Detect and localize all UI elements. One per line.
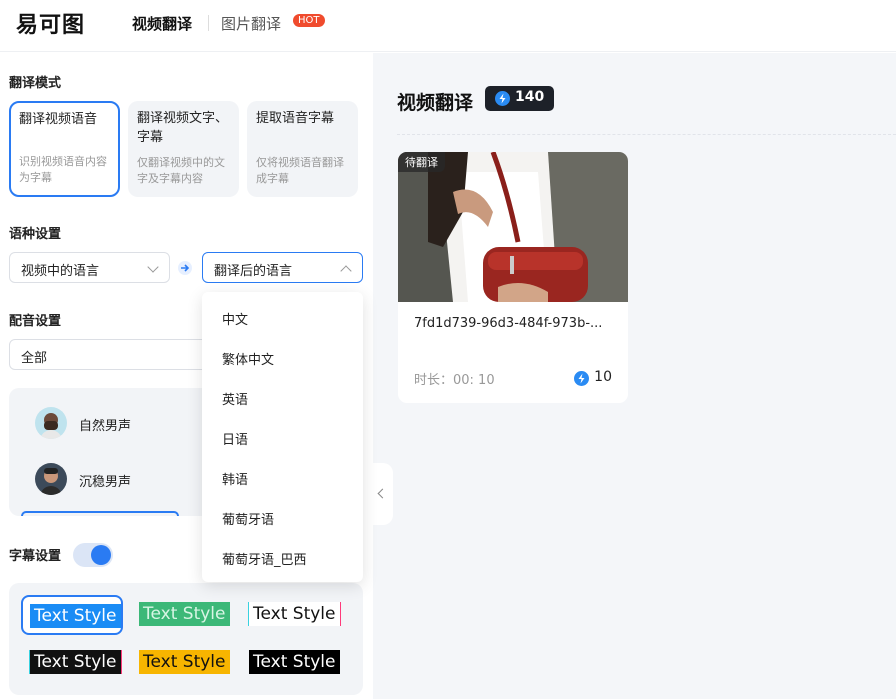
mode-desc: 仅翻译视频中的文字及字幕内容	[137, 156, 225, 185]
chevron-up-icon	[340, 265, 352, 277]
target-language-placeholder: 翻译后的语言	[214, 264, 293, 279]
collapse-panel-button[interactable]	[371, 463, 393, 525]
top-bar: 易可图 视频翻译 图片翻译 HOT	[0, 0, 896, 52]
source-language-value: 视频中的语言	[21, 264, 100, 279]
subtitle-section-title: 字幕设置	[9, 549, 62, 564]
mode-title: 翻译视频语音	[19, 112, 98, 127]
language-section-title: 语种设置	[9, 227, 62, 242]
mode-option-voice[interactable]: 翻译视频语音 识别视频语音内容为字幕	[9, 101, 120, 197]
text-style-grid: Text Style Text Style Text Style Text St…	[9, 583, 363, 695]
language-option[interactable]: 葡萄牙语_巴西	[202, 541, 363, 581]
mode-option-text[interactable]: 翻译视频文字、字幕 仅翻译视频中的文字及字幕内容	[128, 101, 239, 197]
mode-section-title: 翻译模式	[9, 76, 62, 91]
chevron-left-icon	[377, 488, 388, 499]
text-style-option[interactable]: Text Style	[139, 650, 230, 674]
text-style-option[interactable]: Text Style	[30, 650, 121, 674]
logo[interactable]: 易可图	[16, 7, 85, 39]
text-style-option[interactable]: Text Style	[30, 604, 121, 628]
language-option[interactable]: 日语	[202, 421, 363, 461]
voice-name[interactable]: 自然男声	[79, 415, 131, 434]
language-option[interactable]: 葡萄牙语	[202, 501, 363, 541]
status-badge: 待翻译	[398, 152, 445, 172]
credit-badge: 140	[485, 86, 555, 111]
task-filename: 7fd1d739-96d3-484f-973b-...	[414, 316, 603, 331]
dubbing-filter-value: 全部	[21, 351, 48, 366]
mode-desc: 仅将视频语音翻译成字幕	[256, 156, 344, 185]
avatar	[35, 407, 67, 439]
text-style-option[interactable]: Text Style	[139, 602, 230, 626]
mode-title: 提取语音字幕	[256, 111, 335, 126]
page-title: 视频翻译	[397, 92, 474, 114]
chevron-down-icon	[147, 261, 159, 273]
video-thumbnail[interactable]: 待翻译	[398, 152, 628, 302]
hot-badge: HOT	[293, 14, 325, 27]
voice-name[interactable]: 沉稳男声	[79, 471, 131, 490]
task-card[interactable]: 待翻译 7fd1d739-96d3-484f-973b-... 时长：00: 1…	[398, 152, 628, 403]
voice-card-selected[interactable]	[21, 511, 179, 516]
lightning-icon	[495, 91, 510, 106]
toggle-knob	[91, 545, 111, 565]
mode-option-extract[interactable]: 提取语音字幕 仅将视频语音翻译成字幕	[247, 101, 358, 197]
task-cost: 10	[574, 369, 612, 386]
language-option[interactable]: 英语	[202, 381, 363, 421]
tab-image-translate[interactable]: 图片翻译	[221, 13, 281, 34]
text-style-option[interactable]: Text Style	[249, 650, 340, 674]
main-panel: 视频翻译 140 待翻译 7fd1d739-96d3-484f-973b-...…	[373, 53, 896, 699]
subtitle-toggle[interactable]	[73, 543, 113, 567]
language-option[interactable]: 韩语	[202, 461, 363, 501]
language-option[interactable]: 繁体中文	[202, 341, 363, 381]
avatar	[35, 463, 67, 495]
text-style-option[interactable]: Text Style	[249, 602, 340, 626]
source-language-select[interactable]: 视频中的语言	[9, 252, 170, 283]
dubbing-section-title: 配音设置	[9, 314, 62, 329]
task-cost-value: 10	[594, 369, 612, 385]
mode-title: 翻译视频文字、字幕	[137, 111, 229, 145]
tab-video-translate[interactable]: 视频翻译	[132, 13, 192, 34]
language-option[interactable]: 中文	[202, 301, 363, 341]
target-language-dropdown: 中文 繁体中文 英语 日语 韩语 葡萄牙语 葡萄牙语_巴西	[202, 292, 363, 582]
task-duration: 时长：00: 10	[414, 373, 495, 388]
lightning-icon	[574, 371, 590, 386]
nav-divider	[208, 15, 209, 31]
mode-desc: 识别视频语音内容为字幕	[19, 155, 107, 184]
arrow-right-icon	[178, 261, 192, 275]
credit-count: 140	[515, 89, 545, 105]
target-language-select[interactable]: 翻译后的语言	[202, 252, 363, 283]
divider	[397, 134, 896, 135]
